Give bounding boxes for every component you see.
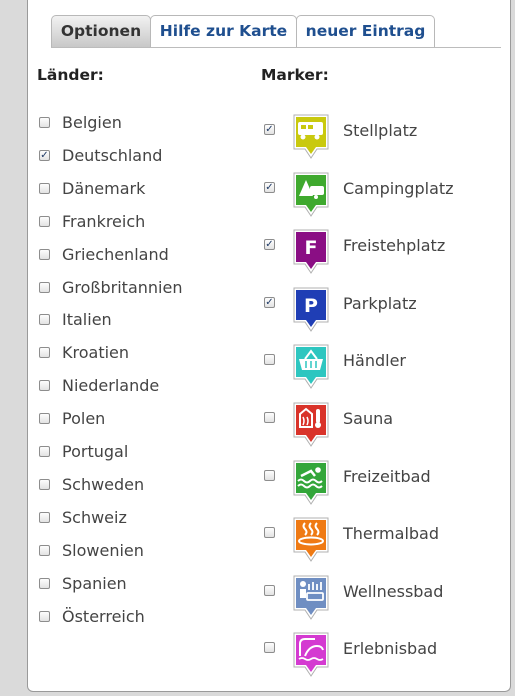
tent-caravan-icon xyxy=(291,170,331,218)
country-checkbox[interactable] xyxy=(39,544,50,556)
country-checkbox[interactable] xyxy=(39,478,50,490)
country-checkbox[interactable] xyxy=(39,182,50,194)
svg-text:F: F xyxy=(305,237,318,259)
marker-checkbox[interactable]: ✓ xyxy=(264,296,275,308)
marker-label: Campingplatz xyxy=(343,178,454,198)
country-label: Portugal xyxy=(62,442,129,461)
country-label: Slowenien xyxy=(62,540,144,560)
country-label: Italien xyxy=(62,310,112,330)
tab-optionen[interactable]: Optionen xyxy=(51,15,151,47)
swimmer-icon xyxy=(291,458,331,506)
country-label: Schweiz xyxy=(62,507,127,527)
shopping-basket-icon xyxy=(291,342,331,390)
marker-checkbox[interactable] xyxy=(264,584,275,596)
country-checkbox[interactable] xyxy=(39,610,50,622)
country-label: Deutschland xyxy=(62,145,163,165)
marker-label: Stellplatz xyxy=(343,121,418,140)
water-slide-icon xyxy=(291,630,331,678)
letter-p-icon: P xyxy=(291,285,331,333)
marker-label: Thermalbad xyxy=(343,524,440,544)
country-checkbox[interactable] xyxy=(39,281,50,293)
country-checkbox[interactable] xyxy=(39,413,50,425)
country-checkbox[interactable]: ✓ xyxy=(39,149,50,161)
marker-checkbox[interactable]: ✓ xyxy=(264,239,275,251)
country-checkbox[interactable] xyxy=(39,446,50,457)
country-checkbox[interactable] xyxy=(39,117,50,128)
markers-heading: Marker: xyxy=(261,66,329,84)
country-label: Österreich xyxy=(62,606,145,626)
country-label: Schweden xyxy=(62,474,145,494)
marker-checkbox[interactable] xyxy=(264,642,275,654)
svg-text:P: P xyxy=(304,295,318,317)
tab-neuer-eintrag[interactable]: neuer Eintrag xyxy=(296,15,435,47)
marker-checkbox[interactable] xyxy=(264,527,275,539)
marker-label: Freistehplatz xyxy=(343,236,446,256)
country-checkbox[interactable] xyxy=(39,314,50,326)
marker-checkbox[interactable] xyxy=(264,412,275,423)
country-label: Griechenland xyxy=(62,244,169,264)
marker-label: Parkplatz xyxy=(343,293,417,313)
marker-checkbox[interactable] xyxy=(264,469,275,481)
country-label: Polen xyxy=(62,409,106,429)
marker-checkbox[interactable]: ✓ xyxy=(264,124,275,135)
marker-checkbox[interactable]: ✓ xyxy=(264,181,275,193)
wellness-icon xyxy=(291,573,331,621)
country-checkbox[interactable] xyxy=(39,511,50,523)
country-checkbox[interactable] xyxy=(39,347,50,359)
country-checkbox[interactable] xyxy=(39,577,50,589)
marker-label: Freizeitbad xyxy=(343,466,431,486)
tab-hilfe-zur-karte[interactable]: Hilfe zur Karte xyxy=(150,15,297,47)
sauna-icon xyxy=(291,400,331,448)
country-checkbox[interactable] xyxy=(39,215,50,227)
tab-divider xyxy=(51,47,501,48)
country-label: Dänemark xyxy=(62,178,146,198)
thermal-spring-icon xyxy=(291,515,331,563)
country-label: Kroatien xyxy=(62,343,130,363)
country-label: Belgien xyxy=(62,113,122,132)
options-panel: Optionen Hilfe zur Karte neuer Eintrag L… xyxy=(27,0,511,692)
marker-checkbox[interactable] xyxy=(264,354,275,366)
marker-label: Händler xyxy=(343,351,406,371)
marker-label: Sauna xyxy=(343,409,394,428)
country-label: Spanien xyxy=(62,573,127,593)
countries-heading: Länder: xyxy=(37,66,104,84)
country-checkbox[interactable] xyxy=(39,380,50,392)
marker-label: Erlebnisbad xyxy=(343,639,438,659)
country-checkbox[interactable] xyxy=(39,248,50,260)
country-label: Großbritannien xyxy=(62,277,183,297)
country-label: Frankreich xyxy=(62,211,146,231)
marker-label: Wellnessbad xyxy=(343,581,444,601)
motorhome-icon xyxy=(291,112,331,160)
country-label: Niederlande xyxy=(62,376,160,396)
letter-f-icon: F xyxy=(291,227,331,275)
